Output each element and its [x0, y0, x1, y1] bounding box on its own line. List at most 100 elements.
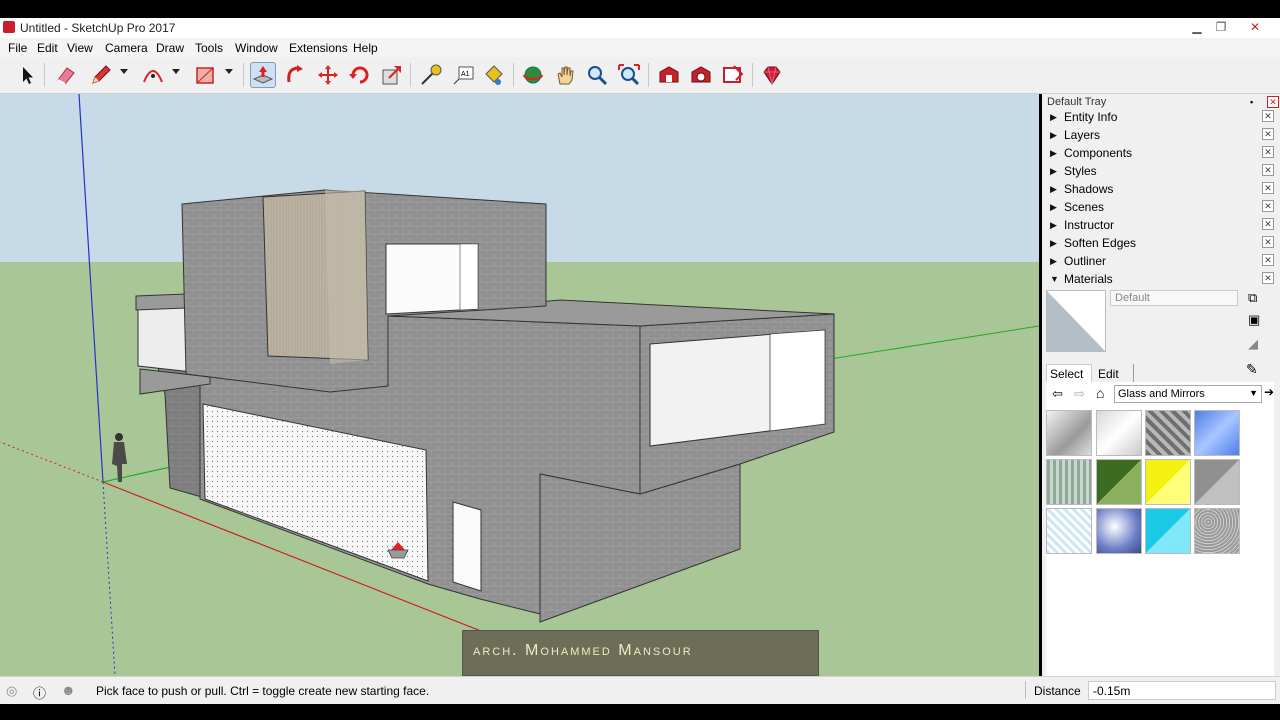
pan-icon[interactable] — [552, 62, 578, 88]
zoom-extents-icon[interactable] — [616, 62, 642, 88]
material-swatch[interactable] — [1145, 459, 1191, 505]
material-swatch[interactable] — [1046, 508, 1092, 554]
material-swatch[interactable] — [1145, 410, 1191, 456]
close-icon[interactable]: ✕ — [1262, 128, 1274, 140]
panel-shadows[interactable]: ▶ Shadows ✕ — [1046, 181, 1274, 198]
rotate-icon[interactable] — [347, 62, 373, 88]
window-title: Untitled - SketchUp Pro 2017 — [20, 21, 176, 35]
tab-select[interactable]: Select — [1046, 364, 1092, 382]
minimize-button[interactable]: ▁ — [1184, 18, 1210, 36]
ruby-icon[interactable] — [759, 62, 785, 88]
close-icon[interactable]: ✕ — [1262, 146, 1274, 158]
tray-close-icon[interactable]: ✕ — [1267, 96, 1279, 108]
expand-icon: ▶ — [1050, 166, 1057, 176]
watermark-banner: arch. Mohammed Mansour — [462, 630, 819, 676]
warehouse-icon[interactable] — [656, 62, 682, 88]
close-icon[interactable]: ✕ — [1262, 254, 1274, 266]
menu-extensions[interactable]: Extensions — [289, 41, 348, 55]
paint-bucket-icon[interactable] — [480, 62, 506, 88]
material-name-field[interactable]: Default — [1110, 290, 1238, 306]
door — [452, 501, 482, 592]
layout-icon[interactable] — [720, 62, 746, 88]
credits-icon[interactable]: ⓘ — [33, 683, 46, 702]
panel-instructor[interactable]: ▶ Instructor ✕ — [1046, 217, 1274, 234]
close-icon[interactable]: ✕ — [1262, 164, 1274, 176]
zoom-icon[interactable] — [584, 62, 610, 88]
panel-entity-info[interactable]: ▶ Entity Info ✕ — [1046, 109, 1274, 126]
menu-draw[interactable]: Draw — [156, 41, 184, 55]
extension-warehouse-icon[interactable] — [688, 62, 714, 88]
panel-styles[interactable]: ▶ Styles ✕ — [1046, 163, 1274, 180]
text-icon[interactable]: A1 — [451, 62, 477, 88]
sketchup-app-icon — [3, 21, 15, 33]
material-swatch[interactable] — [1046, 410, 1092, 456]
forward-icon[interactable]: ⇨ — [1074, 386, 1085, 402]
account-icon[interactable]: ☻ — [61, 682, 76, 698]
display-secondary-icon[interactable]: ⧉ — [1248, 290, 1257, 306]
move-icon[interactable] — [315, 62, 341, 88]
material-swatch[interactable] — [1096, 459, 1142, 505]
panel-scenes[interactable]: ▶ Scenes ✕ — [1046, 199, 1274, 216]
follow-me-icon[interactable] — [283, 62, 309, 88]
material-swatch[interactable] — [1046, 459, 1092, 505]
panel-components[interactable]: ▶ Components ✕ — [1046, 145, 1274, 162]
close-icon[interactable]: ✕ — [1262, 218, 1274, 230]
material-swatch[interactable] — [1194, 459, 1240, 505]
expand-icon: ▶ — [1050, 238, 1057, 248]
expand-icon: ▶ — [1050, 184, 1057, 194]
status-bar: ◎ ⓘ ☻ Pick face to push or pull. Ctrl = … — [0, 676, 1280, 704]
close-icon[interactable]: ✕ — [1262, 110, 1274, 122]
material-swatch[interactable] — [1145, 508, 1191, 554]
model-scene[interactable] — [0, 94, 1039, 676]
material-swatch[interactable] — [1194, 508, 1240, 554]
menu-view[interactable]: View — [67, 41, 93, 55]
close-icon[interactable]: ✕ — [1262, 236, 1274, 248]
create-material-icon[interactable]: ▣ — [1248, 312, 1260, 328]
panel-materials[interactable]: ▼ Materials ✕ — [1046, 271, 1274, 288]
details-arrow-icon[interactable]: ➔ — [1264, 385, 1274, 399]
rectangle-dropdown-icon[interactable] — [225, 69, 233, 74]
select-icon[interactable] — [14, 62, 40, 88]
close-icon[interactable]: ✕ — [1262, 182, 1274, 194]
measurements-box[interactable]: -0.15m — [1088, 681, 1276, 700]
material-swatch[interactable] — [1096, 410, 1142, 456]
tab-edit[interactable]: Edit — [1092, 364, 1134, 382]
pin-icon[interactable]: ▪ — [1250, 97, 1253, 107]
close-icon[interactable]: ✕ — [1262, 272, 1274, 284]
close-button[interactable]: ✕ — [1240, 18, 1270, 36]
library-select[interactable]: Glass and Mirrors ▼ — [1114, 385, 1262, 403]
expand-icon: ▶ — [1050, 112, 1057, 122]
status-message: Pick face to push or pull. Ctrl = toggle… — [96, 684, 430, 698]
menu-file[interactable]: File — [8, 41, 27, 55]
sample-paint-icon[interactable]: ✎ — [1246, 361, 1258, 378]
chevron-down-icon: ▼ — [1249, 388, 1258, 398]
panel-outliner[interactable]: ▶ Outliner ✕ — [1046, 253, 1274, 270]
back-icon[interactable]: ⇦ — [1052, 386, 1063, 402]
menu-edit[interactable]: Edit — [37, 41, 58, 55]
pencil-icon[interactable] — [88, 62, 114, 88]
drawing-viewport[interactable]: arch. Mohammed Mansour — [0, 94, 1039, 676]
orbit-icon[interactable] — [520, 62, 546, 88]
panel-soften-edges[interactable]: ▶ Soften Edges ✕ — [1046, 235, 1274, 252]
scale-icon[interactable] — [379, 62, 405, 88]
menu-window[interactable]: Window — [235, 41, 278, 55]
menu-camera[interactable]: Camera — [105, 41, 148, 55]
eraser-icon[interactable] — [53, 62, 79, 88]
geolocation-icon[interactable]: ◎ — [6, 683, 17, 699]
pencil-dropdown-icon[interactable] — [120, 69, 128, 74]
rectangle-icon[interactable] — [192, 62, 218, 88]
home-icon[interactable]: ⌂ — [1096, 385, 1104, 401]
tape-measure-icon[interactable] — [418, 62, 444, 88]
panel-layers[interactable]: ▶ Layers ✕ — [1046, 127, 1274, 144]
menu-tools[interactable]: Tools — [195, 41, 223, 55]
default-material-icon[interactable]: ◢ — [1248, 336, 1258, 352]
arc-dropdown-icon[interactable] — [172, 69, 180, 74]
arc-icon[interactable] — [140, 62, 166, 88]
material-swatch[interactable] — [1096, 508, 1142, 554]
menu-help[interactable]: Help — [353, 41, 378, 55]
watermark-text: arch. Mohammed Mansour — [473, 642, 693, 659]
push-pull-icon[interactable] — [250, 62, 276, 88]
close-icon[interactable]: ✕ — [1262, 200, 1274, 212]
material-swatch[interactable] — [1194, 410, 1240, 456]
restore-button[interactable]: ❐ — [1208, 18, 1234, 36]
